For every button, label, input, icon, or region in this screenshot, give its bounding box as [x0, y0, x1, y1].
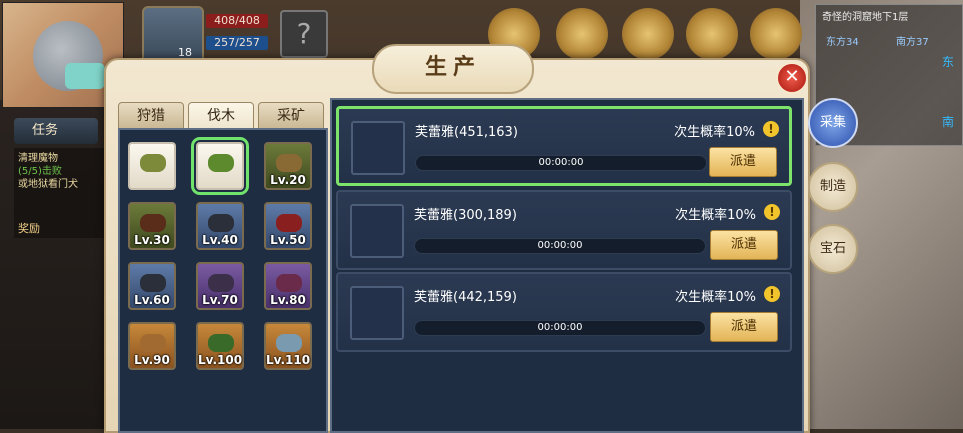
leafy-branch-icon	[208, 154, 234, 172]
location-row-selected[interactable]: 芙蕾雅(451,163) 次生概率10% ! 00:00:00 派遣	[336, 106, 792, 186]
progress-time: 00:00:00	[537, 322, 583, 333]
mp-bar: 257/257	[206, 36, 268, 50]
tab-hunting[interactable]: 狩猎	[118, 102, 184, 130]
log-icon	[140, 214, 166, 232]
player-avatar[interactable]	[142, 6, 204, 66]
gem-button[interactable]: 宝石	[808, 224, 858, 274]
crystal-branch-icon	[276, 334, 302, 352]
minimap-title: 奇怪的洞窟地下1层	[822, 12, 909, 23]
resource-slot-selected[interactable]	[191, 137, 249, 195]
minimap-coord-east: 东方34	[826, 37, 859, 48]
close-button[interactable]: ✕	[776, 62, 808, 94]
tab-logging[interactable]: 伐木	[188, 102, 254, 130]
gather-button[interactable]: 采集	[808, 98, 858, 148]
resource-slot[interactable]: Lv.80	[264, 262, 312, 310]
resource-slot[interactable]: Lv.70	[196, 262, 244, 310]
location-thumbnail	[351, 121, 405, 175]
vip-icon[interactable]	[622, 8, 674, 60]
location-row[interactable]: 芙蕾雅(300,189) 次生概率10% ! 00:00:00 派遣	[336, 190, 792, 270]
slot-level: Lv.70	[202, 293, 238, 307]
shop-icon[interactable]	[686, 8, 738, 60]
resource-slot[interactable]: Lv.20	[264, 142, 312, 190]
location-name: 芙蕾雅(300,189)	[414, 208, 517, 223]
slot-level: Lv.40	[202, 233, 238, 247]
log-icon	[276, 214, 302, 232]
progress-time: 00:00:00	[537, 240, 583, 251]
resource-slot[interactable]: Lv.100	[196, 322, 244, 370]
location-name: 芙蕾雅(451,163)	[415, 125, 518, 140]
tab-mining[interactable]: 采矿	[258, 102, 324, 130]
slot-level: Lv.100	[198, 353, 243, 367]
resource-grid: Lv.20 Lv.30 Lv.40 Lv.50 Lv.60 Lv.70 Lv.8…	[128, 137, 312, 370]
log-icon	[208, 274, 234, 292]
log-icon	[140, 334, 166, 352]
resource-slot[interactable]: Lv.110	[264, 322, 312, 370]
info-icon[interactable]: !	[763, 121, 779, 137]
minimap-south-label: 南	[941, 115, 954, 129]
branch-icon	[140, 154, 166, 172]
resource-slot[interactable]: Lv.50	[264, 202, 312, 250]
log-icon	[208, 214, 234, 232]
location-row[interactable]: 芙蕾雅(442,159) 次生概率10% ! 00:00:00 派遣	[336, 272, 792, 352]
task-reward-label: 奖励	[18, 222, 40, 235]
slot-level: Lv.110	[266, 353, 311, 367]
log-icon	[140, 274, 166, 292]
slot-level: Lv.80	[270, 293, 306, 307]
progress-bar: 00:00:00	[414, 320, 706, 336]
leaves-icon	[208, 334, 234, 352]
secondary-chance: 次生概率10%	[675, 290, 756, 305]
info-icon[interactable]: !	[764, 204, 780, 220]
slot-level: Lv.60	[134, 293, 170, 307]
dispatch-button[interactable]: 派遣	[710, 312, 778, 342]
craft-button[interactable]: 制造	[808, 162, 858, 212]
task-line-1: 清理魔物	[18, 153, 58, 164]
dispatch-button[interactable]: 派遣	[710, 230, 778, 260]
slot-level: Lv.90	[134, 353, 170, 367]
location-thumbnail	[350, 204, 404, 258]
task-line-2: (5/5)击败	[18, 166, 62, 177]
log-icon	[276, 274, 302, 292]
welfare-icon[interactable]	[556, 8, 608, 60]
dialog-title: 生产	[372, 44, 534, 94]
resource-slot[interactable]: Lv.60	[128, 262, 176, 310]
progress-bar: 00:00:00	[414, 238, 706, 254]
task-line-3: 或地狱看门犬	[18, 179, 78, 190]
twig-icon	[276, 154, 302, 172]
minimap-coord-south: 南方37	[896, 37, 929, 48]
progress-bar: 00:00:00	[415, 155, 707, 171]
slot-level: Lv.20	[270, 173, 306, 187]
resource-slot[interactable]: Lv.90	[128, 322, 176, 370]
info-icon[interactable]: !	[764, 286, 780, 302]
minimap-east-label: 东	[941, 55, 954, 69]
secondary-chance: 次生概率10%	[675, 208, 756, 223]
task-tab[interactable]: 任务	[14, 118, 98, 144]
progress-time: 00:00:00	[538, 157, 584, 168]
category-tabs: 狩猎 伐木 采矿	[118, 102, 324, 130]
location-name: 芙蕾雅(442,159)	[414, 290, 517, 305]
dispatch-button[interactable]: 派遣	[709, 147, 777, 177]
secondary-chance: 次生概率10%	[674, 125, 755, 140]
unknown-skill-icon[interactable]: ?	[280, 10, 328, 58]
hp-bar: 408/408	[206, 14, 268, 28]
location-thumbnail	[350, 286, 404, 340]
cat-shirt	[65, 63, 105, 89]
resource-slot[interactable]: Lv.30	[128, 202, 176, 250]
slot-level: Lv.50	[270, 233, 306, 247]
resource-slot[interactable]	[128, 142, 176, 190]
slot-level: Lv.30	[134, 233, 170, 247]
resource-slot[interactable]: Lv.40	[196, 202, 244, 250]
recharge-icon[interactable]	[750, 8, 802, 60]
